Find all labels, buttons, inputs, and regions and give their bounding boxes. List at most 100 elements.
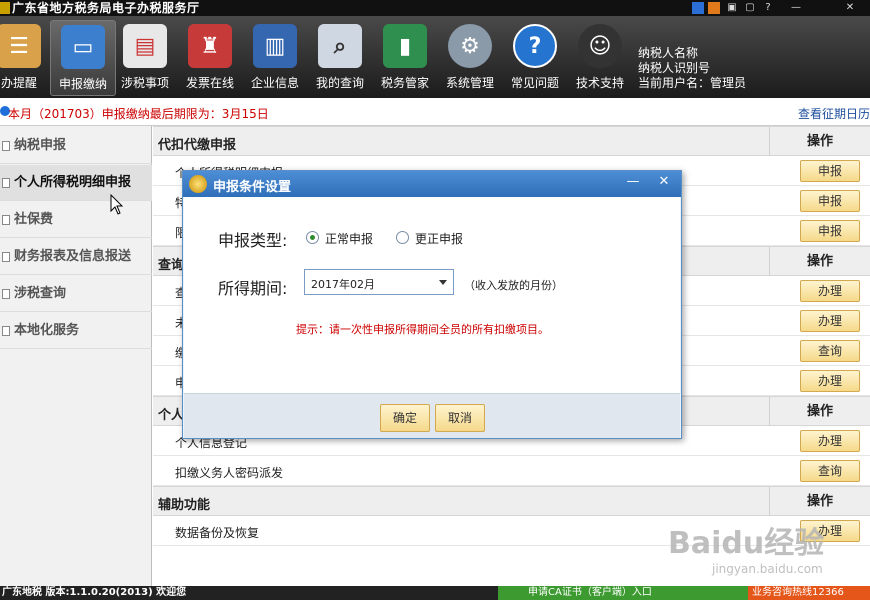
radio-correction-label[interactable]: 更正申报	[415, 230, 463, 247]
app-logo-icon	[0, 2, 10, 14]
title-bar: 广东省地方税务局电子办税服务厅 ▣ ▢ ? — ✕	[0, 0, 870, 16]
page-icon	[2, 178, 10, 188]
support-agent-icon: ☺	[578, 24, 622, 68]
sidebar-item-tax-query[interactable]: 涉税查询	[0, 276, 152, 312]
page-icon	[2, 289, 10, 299]
dialog-tip: 提示：请一次性申报所得期间全员的所有扣缴项目。	[296, 323, 549, 336]
sidebar-item-label: 纳税申报	[14, 138, 67, 153]
page-icon	[2, 326, 10, 336]
sidebar-item-financial-reports[interactable]: 财务报表及信息报送	[0, 239, 152, 275]
radio-correction[interactable]	[396, 231, 409, 244]
bar-chart-icon: ▮	[383, 24, 427, 68]
skin-blue-icon[interactable]	[692, 2, 704, 14]
deadline-notice-bar: 本月（201703）申报缴纳最后期限为：3月15日 查看征期日历	[0, 98, 870, 126]
section-header: 代扣代缴申报 操作	[153, 126, 870, 156]
toolbar-label: 常见问题	[510, 76, 559, 90]
handle-button[interactable]: 办理	[800, 280, 860, 302]
hotline-text: 业务咨询热线12366	[748, 586, 870, 600]
toolbar-reminder[interactable]: ☰ 办提醒	[0, 20, 52, 96]
baidu-watermark: Baidu经验 jingyan.baidu.com	[668, 508, 868, 584]
toolbar-label: 税务管家	[380, 76, 429, 90]
handle-button[interactable]: 办理	[800, 430, 860, 452]
declaration-settings-dialog: 申报条件设置 — ✕ 申报类型: 正常申报 更正申报 所得期间: 2017年02…	[182, 170, 682, 439]
chevron-down-icon	[439, 280, 447, 285]
taxpayer-name: 纳税人名称	[638, 46, 699, 60]
sidebar-item-label: 本地化服务	[14, 323, 80, 338]
radio-normal[interactable]	[306, 231, 319, 244]
section-title: 辅助功能	[158, 498, 211, 513]
sidebar-item-label: 财务报表及信息报送	[14, 249, 132, 264]
radio-normal-label[interactable]: 正常申报	[325, 230, 373, 247]
help-icon: ?	[513, 24, 557, 68]
row-label[interactable]: 扣缴义务人密码派发	[175, 464, 283, 481]
cancel-button[interactable]: 取消	[435, 404, 485, 432]
mouse-cursor-icon	[110, 194, 124, 215]
declare-type-label: 申报类型:	[218, 231, 288, 250]
magnifier-icon: ⌕	[318, 24, 362, 68]
toolbar-label: 办提醒	[0, 76, 37, 90]
watermark-logo-text: Baidu经验	[668, 526, 825, 561]
coin-icon	[189, 175, 207, 193]
period-value: 2017年02月	[311, 278, 375, 291]
period-label: 所得期间:	[218, 279, 288, 298]
watermark-url: jingyan.baidu.com	[712, 562, 823, 576]
dialog-title-bar[interactable]: 申报条件设置 — ✕	[183, 171, 681, 197]
dialog-footer: 确定 取消	[184, 393, 680, 438]
sidebar-item-iit-detail[interactable]: 个人所得税明细申报	[0, 165, 152, 201]
page-icon	[2, 215, 10, 225]
toolbar-declare-pay[interactable]: ▭ 申报缴纳	[50, 20, 116, 96]
toolbar-invoice[interactable]: ♜ 发票在线	[177, 20, 243, 96]
section-op-header: 操作	[769, 127, 870, 156]
toolbar-my-query[interactable]: ⌕ 我的查询	[307, 20, 373, 96]
sidebar: 纳税申报 个人所得税明细申报 社保费 财务报表及信息报送 涉税查询 本地化服务	[0, 126, 152, 586]
toolbar-label: 企业信息	[250, 76, 299, 90]
declare-button[interactable]: 申报	[800, 190, 860, 212]
dialog-minimize-icon[interactable]: —	[623, 174, 643, 192]
section-title: 代扣代缴申报	[158, 138, 237, 153]
clipboard-icon: ☰	[0, 24, 41, 68]
minimize-icon[interactable]: —	[790, 2, 802, 14]
deadline-notice: 本月（201703）申报缴纳最后期限为：3月15日	[8, 107, 269, 121]
notes-icon[interactable]: ▣	[726, 2, 738, 14]
monitor-icon: ▭	[61, 25, 105, 69]
gear-icon: ⚙	[448, 24, 492, 68]
ok-button[interactable]: 确定	[380, 404, 430, 432]
dialog-close-icon[interactable]: ✕	[653, 174, 675, 192]
sidebar-item-tax-declaration[interactable]: 纳税申报	[0, 128, 152, 164]
toolbar-tech-support[interactable]: ☺ 技术支持	[567, 20, 633, 96]
toolbar-enterprise-info[interactable]: ▥ 企业信息	[242, 20, 308, 96]
ca-certificate-link[interactable]: 申请CA证书（客户端）入口	[498, 586, 748, 600]
period-hint: （收入发放的月份）	[464, 279, 563, 292]
toolbar-faq[interactable]: ? 常见问题	[502, 20, 568, 96]
page-icon	[2, 141, 10, 151]
handle-button[interactable]: 办理	[800, 370, 860, 392]
query-button[interactable]: 查询	[800, 340, 860, 362]
skin-orange-icon[interactable]	[708, 2, 720, 14]
section-title: 个人	[158, 408, 185, 423]
declare-button[interactable]: 申报	[800, 220, 860, 242]
query-button[interactable]: 查询	[800, 460, 860, 482]
dialog-body: 申报类型: 正常申报 更正申报 所得期间: 2017年02月 （收入发放的月份）…	[184, 197, 680, 393]
row-label[interactable]: 数据备份及恢复	[175, 524, 259, 541]
declare-button[interactable]: 申报	[800, 160, 860, 182]
sidebar-item-label: 个人所得税明细申报	[14, 175, 132, 190]
period-select[interactable]: 2017年02月	[304, 269, 454, 295]
window-title: 广东省地方税务局电子办税服务厅	[12, 1, 200, 15]
sidebar-item-local-service[interactable]: 本地化服务	[0, 313, 152, 349]
handle-button[interactable]: 办理	[800, 310, 860, 332]
window-icon[interactable]: ▢	[744, 2, 756, 14]
toolbar-tax-butler[interactable]: ▮ 税务管家	[372, 20, 438, 96]
user-info: 纳税人名称 纳税人识别号 当前用户名：管理员	[638, 46, 746, 91]
sidebar-item-social-security[interactable]: 社保费	[0, 202, 152, 238]
section-op-header: 操作	[769, 397, 870, 426]
building-icon: ▥	[253, 24, 297, 68]
toolbar-system[interactable]: ⚙ 系统管理	[437, 20, 503, 96]
main-toolbar: ☰ 办提醒 ▭ 申报缴纳 ▤ 涉税事项 ♜ 发票在线 ▥ 企业信息 ⌕ 我的查询…	[0, 16, 870, 98]
close-icon[interactable]: ✕	[844, 2, 856, 14]
toolbar-label: 涉税事项	[120, 76, 169, 90]
toolbar-tax-matters[interactable]: ▤ 涉税事项	[112, 20, 178, 96]
toolbar-label: 发票在线	[185, 76, 234, 90]
tax-calendar-link[interactable]: 查看征期日历	[798, 105, 870, 122]
help-small-icon[interactable]: ?	[762, 2, 774, 14]
toolbar-label: 系统管理	[445, 76, 494, 90]
